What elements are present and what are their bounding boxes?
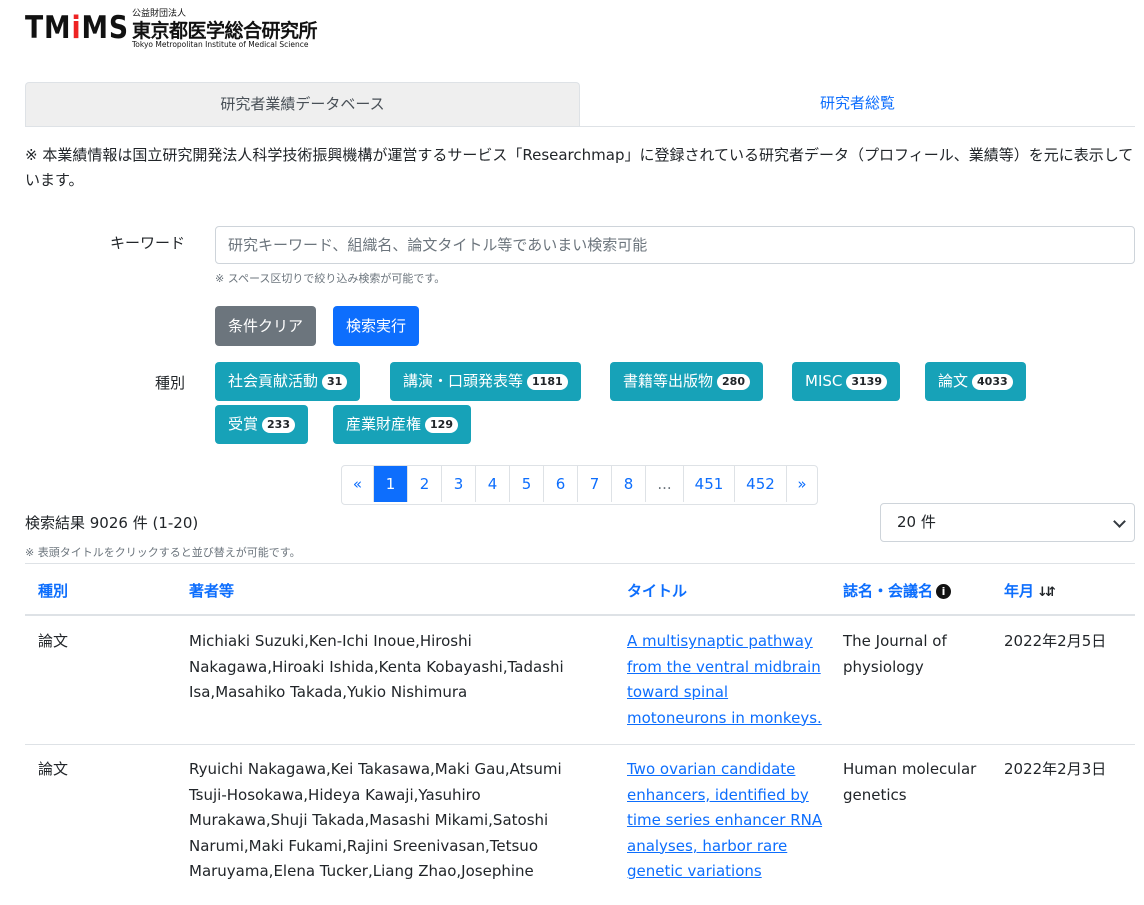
header-type[interactable]: 種別 [38,580,68,601]
chevron-down-icon [1113,515,1126,528]
pagination-page-451[interactable]: 451 [683,466,734,502]
pagination: « 1 2 3 4 5 6 7 8 ... 451 452 » [341,465,818,505]
cell-title: A multisynaptic pathway from the ventral… [627,629,825,731]
count-badge: 1181 [527,374,568,390]
count-badge: 4033 [972,374,1013,390]
per-page-value: 20 件 [897,513,936,531]
count-badge: 233 [262,417,295,433]
pagination-page-452[interactable]: 452 [734,466,786,502]
chip-label: 論文 [938,372,969,390]
count-badge: 280 [717,374,750,390]
search-submit-button[interactable]: 検索実行 [333,306,420,346]
title-link[interactable]: Two ovarian candidate enhancers, identif… [627,760,822,880]
cell-date: 2022年2月3日 [1004,760,1107,778]
count-badge: 31 [322,374,348,390]
header-title[interactable]: タイトル [627,580,687,601]
chip-label: 社会貢献活動 [228,372,319,390]
sort-desc-icon: ↓⇵ [1037,585,1056,600]
cell-authors: Michiaki Suzuki,Ken-Ichi Inoue,Hiroshi N… [189,632,564,702]
pagination-page-8[interactable]: 8 [611,466,645,502]
header-date[interactable]: 年月 ↓⇵ [1004,580,1056,601]
pagination-next[interactable]: » [786,466,817,502]
type-chip-presentations[interactable]: 講演・口頭発表等 1181 [390,362,581,401]
cell-type: 論文 [38,632,69,650]
type-chip-awards[interactable]: 受賞 233 [215,405,308,444]
logo-org-name: 東京都医学総合研究所 [132,20,318,42]
tab-researcher-directory[interactable]: 研究者総覧 [580,82,1135,125]
type-filter-label: 種別 [154,374,185,392]
cell-journal: Human molecular genetics [843,760,977,804]
header-journal[interactable]: 誌名・会議名 i [843,580,952,601]
sort-hint: ※ 表頭タイトルをクリックすると並び替えが可能です。 [25,546,301,559]
chip-label: 書籍等出版物 [623,372,714,390]
keyword-hint: ※ スペース区切りで絞り込み検索が可能です。 [215,272,446,285]
main-tabs: 研究者業績データベース 研究者総覧 [25,82,1135,127]
chip-label: 講演・口頭発表等 [403,372,524,390]
chip-label: 受賞 [228,415,259,433]
type-chip-books[interactable]: 書籍等出版物 280 [610,362,763,401]
table-row: 論文 Ryuichi Nakagawa,Kei Takasawa,Maki Ga… [25,745,1135,905]
pagination-page-6[interactable]: 6 [543,466,577,502]
header-journal-label: 誌名・会議名 [843,582,934,600]
pagination-page-1[interactable]: 1 [373,466,407,502]
pagination-page-2[interactable]: 2 [407,466,441,502]
cell-authors: Ryuichi Nakagawa,Kei Takasawa,Maki Gau,A… [189,760,562,881]
cell-journal: The Journal of physiology [843,632,947,676]
pagination-page-7[interactable]: 7 [577,466,611,502]
pagination-ellipsis: ... [645,466,683,502]
count-badge: 3139 [846,374,887,390]
logo-english-name: Tokyo Metropolitan Institute of Medical … [132,40,309,49]
cell-date: 2022年2月5日 [1004,632,1107,650]
pagination-page-3[interactable]: 3 [441,466,475,502]
type-chip-social-contribution[interactable]: 社会貢献活動 31 [215,362,361,401]
info-icon[interactable]: i [936,584,952,599]
type-chip-industrial-property[interactable]: 産業財産権 129 [333,405,471,444]
data-source-notice: ※ 本業績情報は国立研究開発法人科学技術振興機構が運営するサービス「Resear… [25,146,1134,189]
chip-label: MISC [805,372,843,390]
logo-mark: TMiMS [25,10,129,46]
results-table: 種別 著者等 タイトル 誌名・会議名 i 年月 ↓⇵ 論文 Michiaki Suz… [25,563,1135,880]
type-chip-misc[interactable]: MISC 3139 [792,362,900,401]
cell-title: Two ovarian candidate enhancers, identif… [627,757,825,885]
per-page-select[interactable]: 20 件 [880,503,1135,542]
keyword-search-input[interactable] [215,226,1135,264]
type-chip-papers[interactable]: 論文 4033 [925,362,1026,401]
header-authors[interactable]: 著者等 [189,580,234,601]
clear-conditions-button[interactable]: 条件クリア [215,306,317,346]
tab-researcher-achievements[interactable]: 研究者業績データベース [25,82,580,126]
pagination-page-5[interactable]: 5 [509,466,543,502]
keyword-label: キーワード [109,234,185,252]
cell-type: 論文 [38,760,69,778]
pagination-page-4[interactable]: 4 [475,466,509,502]
title-link[interactable]: A multisynaptic pathway from the ventral… [627,632,822,727]
count-badge: 129 [425,417,458,433]
table-row: 論文 Michiaki Suzuki,Ken-Ichi Inoue,Hirosh… [25,616,1135,745]
chip-label: 産業財産権 [346,415,422,433]
header-date-label: 年月 [1004,582,1035,600]
result-count: 検索結果 9026 件 (1-20) [25,514,199,532]
pagination-prev[interactable]: « [342,466,373,502]
